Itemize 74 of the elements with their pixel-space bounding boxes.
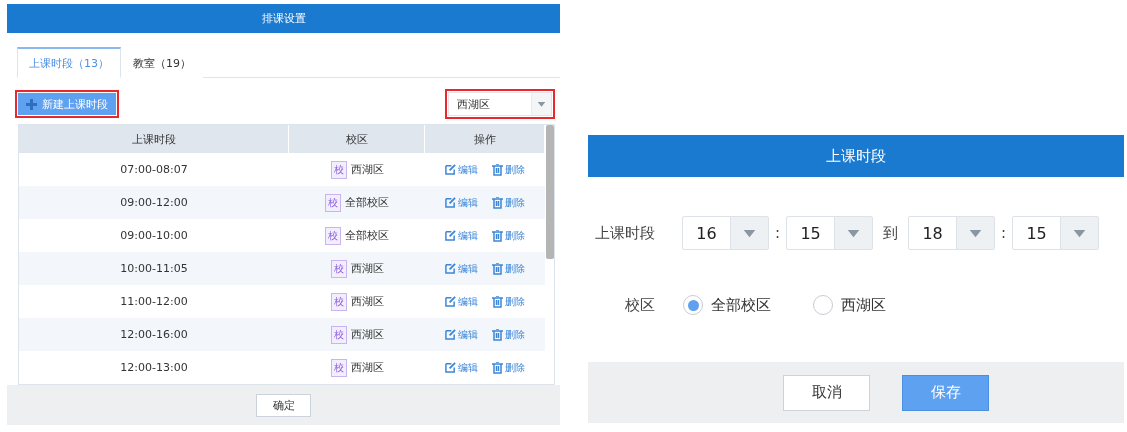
edit-link[interactable]: 编辑 bbox=[445, 327, 478, 342]
campus-name: 西湖区 bbox=[350, 162, 384, 177]
campus-name: 西湖区 bbox=[350, 327, 384, 342]
time-separator: : bbox=[1001, 224, 1007, 242]
edit-icon bbox=[445, 197, 456, 208]
plus-icon bbox=[26, 98, 37, 110]
dialog-title: 排课设置 bbox=[7, 4, 560, 33]
hour-select[interactable]: 18 bbox=[908, 216, 996, 250]
campus-name: 全部校区 bbox=[345, 195, 389, 210]
edit-icon bbox=[445, 263, 456, 274]
edit-link[interactable]: 编辑 bbox=[445, 162, 478, 177]
tab[interactable]: 上课时段（13） bbox=[17, 47, 121, 78]
trash-icon bbox=[492, 295, 503, 308]
edit-icon bbox=[445, 230, 456, 241]
edit-link[interactable]: 编辑 bbox=[445, 294, 478, 309]
campus-radio[interactable]: 全部校区 bbox=[683, 295, 771, 315]
campus-tag: 校 bbox=[325, 193, 341, 212]
delete-link[interactable]: 删除 bbox=[492, 360, 525, 375]
delete-link[interactable]: 删除 bbox=[492, 228, 525, 243]
campus-tag: 校 bbox=[325, 226, 341, 245]
caret-icon bbox=[1060, 217, 1099, 249]
campus-tag: 校 bbox=[330, 292, 347, 311]
delete-link[interactable]: 删除 bbox=[492, 327, 525, 342]
column-header: 校区 bbox=[289, 125, 425, 153]
column-header: 操作 bbox=[425, 125, 545, 153]
scrollbar[interactable] bbox=[546, 125, 554, 259]
edit-link[interactable]: 编辑 bbox=[445, 195, 478, 210]
campus-select[interactable]: 西湖区 bbox=[448, 92, 552, 116]
edit-icon bbox=[445, 329, 456, 340]
dialog-title: 上课时段 bbox=[588, 135, 1124, 177]
edit-icon bbox=[445, 164, 456, 175]
time-separator: : bbox=[775, 224, 781, 242]
delete-link[interactable]: 删除 bbox=[492, 162, 525, 177]
trash-icon bbox=[492, 229, 503, 242]
trash-icon bbox=[492, 361, 503, 374]
edit-link[interactable]: 编辑 bbox=[445, 360, 478, 375]
table-cell: 10:00-11:05 bbox=[19, 252, 289, 285]
save-button[interactable]: 保存 bbox=[902, 374, 989, 411]
campus-name: 西湖区 bbox=[350, 360, 384, 375]
table-cell: 12:00-16:00 bbox=[19, 318, 289, 351]
confirm-button[interactable]: 确定 bbox=[256, 393, 311, 417]
range-label: 到 bbox=[883, 223, 899, 243]
edit-icon bbox=[445, 362, 456, 373]
caret-icon bbox=[834, 217, 873, 249]
cancel-button[interactable]: 取消 bbox=[783, 374, 870, 411]
edit-link[interactable]: 编辑 bbox=[445, 228, 478, 243]
table-cell: 09:00-12:00 bbox=[19, 186, 289, 219]
caret-icon bbox=[956, 217, 995, 249]
trash-icon bbox=[492, 196, 503, 209]
campus-name: 全部校区 bbox=[345, 228, 389, 243]
minute-select[interactable]: 15 bbox=[1012, 216, 1100, 250]
campus-tag: 校 bbox=[330, 358, 347, 377]
trash-icon bbox=[492, 163, 503, 176]
trash-icon bbox=[492, 328, 503, 341]
campus-radio[interactable]: 西湖区 bbox=[813, 295, 886, 315]
campus-tag: 校 bbox=[330, 325, 347, 344]
delete-link[interactable]: 删除 bbox=[492, 195, 525, 210]
delete-link[interactable]: 删除 bbox=[492, 294, 525, 309]
campus-name: 西湖区 bbox=[350, 294, 384, 309]
field-label: 上课时段 bbox=[595, 223, 656, 243]
caret-icon bbox=[730, 217, 768, 249]
field-label: 校区 bbox=[625, 295, 656, 315]
minute-select[interactable]: 15 bbox=[786, 216, 874, 250]
hour-select[interactable]: 16 bbox=[682, 216, 769, 250]
delete-link[interactable]: 删除 bbox=[492, 261, 525, 276]
trash-icon bbox=[492, 262, 503, 275]
caret-icon bbox=[531, 93, 551, 115]
campus-tag: 校 bbox=[330, 259, 347, 278]
edit-icon bbox=[445, 296, 456, 307]
campus-tag: 校 bbox=[330, 160, 347, 179]
new-time-slot-button[interactable]: 新建上课时段 bbox=[18, 93, 116, 115]
campus-name: 西湖区 bbox=[350, 261, 384, 276]
edit-link[interactable]: 编辑 bbox=[445, 261, 478, 276]
column-header: 上课时段 bbox=[19, 125, 289, 153]
